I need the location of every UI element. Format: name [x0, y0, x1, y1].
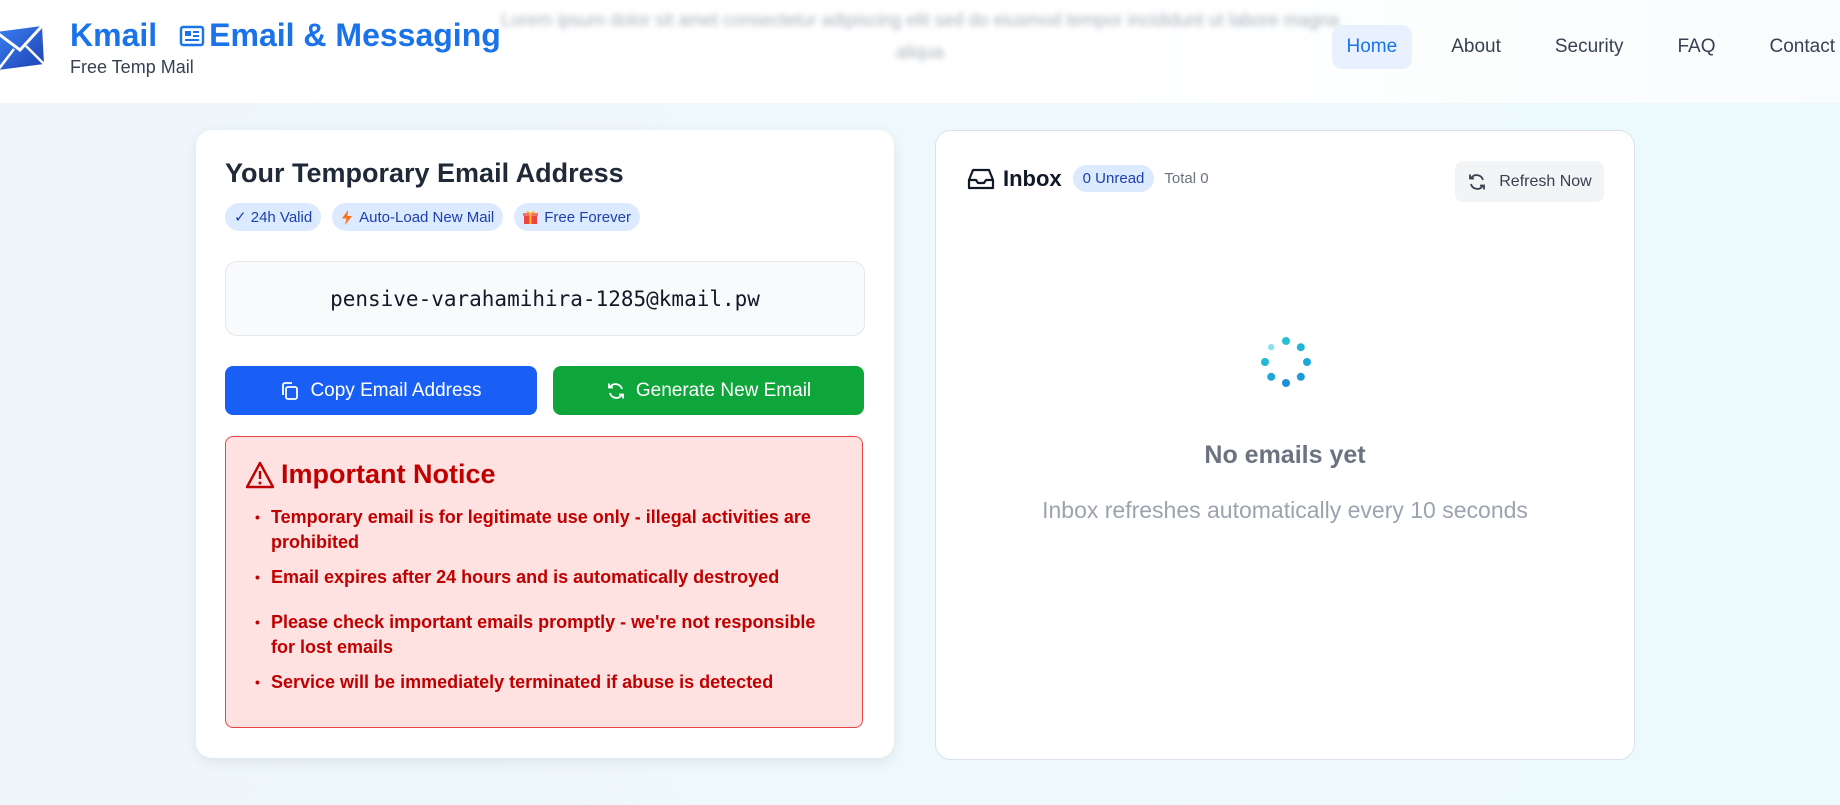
refresh-icon	[1469, 173, 1486, 190]
inbox-icon	[967, 168, 995, 189]
nav-home[interactable]: Home	[1331, 25, 1413, 69]
copy-email-button[interactable]: Copy Email Address	[225, 366, 537, 415]
badge-auto-load: Auto-Load New Mail	[332, 203, 504, 231]
refresh-now-button[interactable]: Refresh Now	[1455, 161, 1604, 202]
empty-state-title: No emails yet	[1204, 441, 1366, 469]
brand-tagline: Email & Messaging	[209, 17, 501, 53]
site-header: Kmail Email & Messaging Free Temp Mail L…	[0, 0, 1840, 103]
notice-item: Email expires after 24 hours and is auto…	[255, 565, 842, 590]
unread-count-badge: 0 Unread	[1072, 165, 1155, 192]
envelope-logo-icon[interactable]	[0, 22, 46, 74]
notice-item: Temporary email is for legitimate use on…	[255, 505, 842, 555]
brand-subtitle: Free Temp Mail	[70, 57, 194, 77]
lightning-icon	[341, 209, 353, 225]
warning-icon	[245, 461, 275, 488]
badge-label: Auto-Load New Mail	[359, 208, 495, 226]
nav-contact[interactable]: Contact	[1755, 25, 1840, 69]
important-notice: Important Notice Temporary email is for …	[225, 436, 863, 728]
notice-item: Please check important emails promptly -…	[255, 610, 842, 660]
generate-email-button[interactable]: Generate New Email	[553, 366, 864, 415]
total-count: Total 0	[1164, 170, 1209, 187]
badge-free-forever: Free Forever	[514, 203, 640, 231]
notice-item: Service will be immediately terminated i…	[255, 670, 842, 695]
brand[interactable]: Kmail Email & Messaging	[70, 17, 501, 54]
copy-email-label: Copy Email Address	[310, 379, 482, 401]
notice-title: Important Notice	[245, 459, 496, 490]
nav-security[interactable]: Security	[1540, 25, 1639, 69]
gift-icon	[523, 210, 539, 225]
empty-state-subtitle: Inbox refreshes automatically every 10 s…	[1042, 497, 1528, 523]
refresh-now-label: Refresh Now	[1499, 172, 1592, 190]
card-title: Your Temporary Email Address	[225, 158, 624, 188]
badge-24h-valid: ✓ 24h Valid	[225, 203, 322, 231]
newspaper-icon	[179, 25, 205, 46]
nav-faq[interactable]: FAQ	[1663, 25, 1731, 69]
inbox-card: Inbox 0 Unread Total 0 Refresh Now No em…	[935, 130, 1635, 760]
notice-list: Temporary email is for legitimate use on…	[226, 505, 862, 705]
inbox-header: Inbox 0 Unread Total 0	[967, 165, 1209, 192]
inbox-title: Inbox	[1003, 165, 1062, 191]
generate-email-label: Generate New Email	[635, 379, 812, 401]
loading-spinner-icon	[1261, 337, 1311, 387]
feature-badges: ✓ 24h Valid Auto-Load New Mail Free Fore…	[225, 203, 651, 231]
refresh-icon	[607, 382, 624, 399]
nav-about[interactable]: About	[1436, 25, 1516, 69]
notice-title-text: Important Notice	[281, 459, 496, 489]
email-address-display[interactable]: pensive-varahamihira-1285@kmail.pw	[225, 261, 865, 336]
copy-icon	[282, 381, 299, 400]
badge-label: ✓ 24h Valid	[234, 209, 313, 226]
blurred-announcement: Lorem ipsum dolor sit amet consectetur a…	[501, 10, 1339, 62]
email-generator-card: Your Temporary Email Address ✓ 24h Valid…	[196, 130, 894, 758]
badge-label: Free Forever	[544, 208, 631, 226]
brand-name: Kmail	[70, 17, 158, 53]
main-nav: Home About Security FAQ Contact	[1308, 25, 1840, 69]
